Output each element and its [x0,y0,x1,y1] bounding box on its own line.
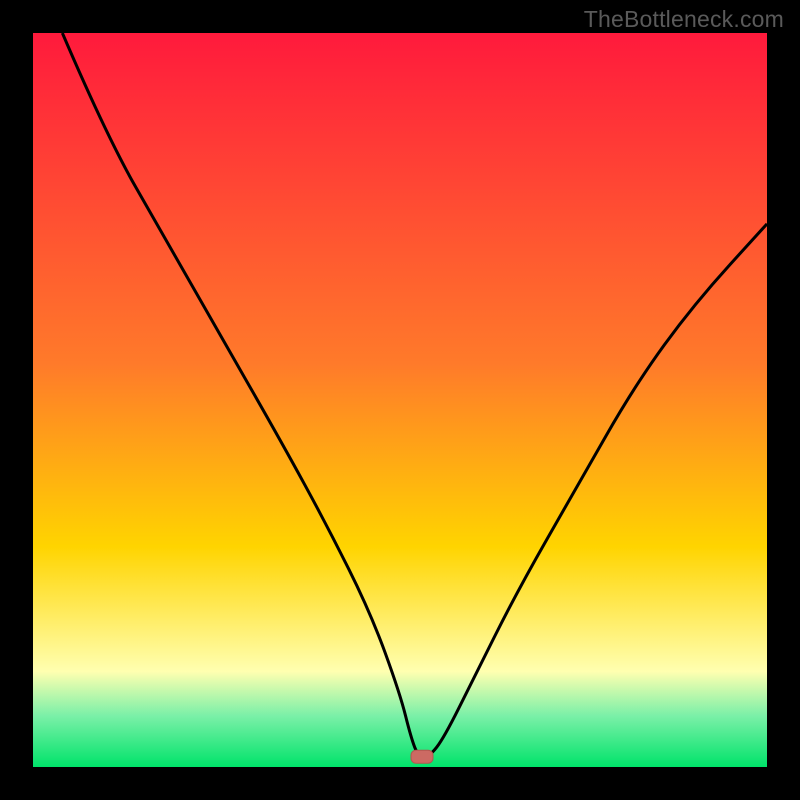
gradient-background [33,33,767,767]
optimal-point-marker [411,750,433,763]
plot-svg [33,33,767,767]
watermark-text: TheBottleneck.com [584,6,784,33]
plot-area [33,33,767,767]
chart-frame: TheBottleneck.com [0,0,800,800]
